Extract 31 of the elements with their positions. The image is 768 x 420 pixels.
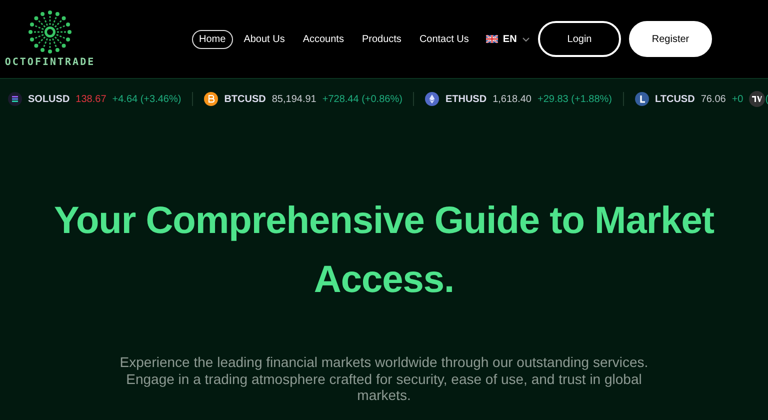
coin-icon — [635, 92, 649, 106]
coin-icon — [204, 92, 218, 106]
nav-link[interactable]: Contact Us — [412, 30, 476, 48]
logo-icon — [28, 10, 72, 54]
ticker-symbol[interactable]: BTCUSD — [224, 94, 266, 104]
coin-icon — [425, 92, 440, 106]
coin-icon — [8, 92, 22, 106]
nav-link[interactable]: About Us — [236, 30, 292, 48]
flag-icon — [486, 35, 498, 43]
ticker-price: 76.06 — [700, 94, 726, 104]
ticker-change: +4.64 (+3.46%) — [112, 94, 182, 104]
ticker-price: 138.67 — [76, 94, 106, 104]
register-button[interactable]: Register — [629, 21, 712, 57]
language-code[interactable]: EN — [502, 34, 517, 44]
ticker-change: +0 — [732, 94, 744, 104]
ticker-change: +728.44 (+0.86%) — [322, 94, 402, 104]
nav-link[interactable]: Products — [354, 30, 408, 48]
nav-link[interactable]: Accounts — [296, 30, 351, 48]
chevron-down-icon[interactable] — [522, 36, 530, 42]
nav-link[interactable]: Home — [192, 30, 233, 48]
chart-logo-icon[interactable] — [749, 91, 766, 107]
login-button[interactable]: Login — [538, 21, 621, 57]
hero-title: Your Comprehensive Guide to Market Access. — [52, 199, 716, 303]
ticker-symbol[interactable]: ETHUSD — [445, 94, 487, 104]
ticker-change: +29.83 (+1.88%) — [538, 94, 612, 104]
ticker-price: 85,194.91 — [272, 94, 316, 104]
ticker-symbol[interactable]: SOLUSD — [28, 94, 70, 104]
brand-name: OCTOFINTRADE — [4, 57, 96, 68]
ticker-symbol[interactable]: LTCUSD — [655, 94, 695, 104]
hero-subtitle: Experience the leading financial markets worldwide through our outstanding services. Engage in a trading atmosphere crafted for security, ease of use, and trust in global markets. — [119, 354, 649, 404]
ticker-price: 1,618.40 — [492, 94, 532, 104]
